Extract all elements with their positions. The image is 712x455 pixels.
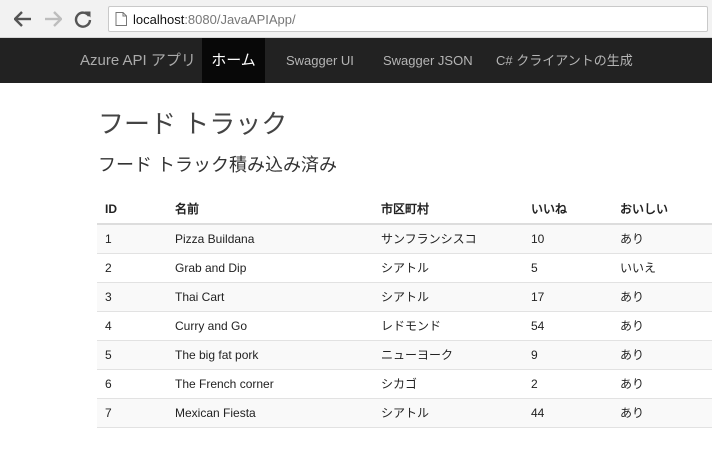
- cell-likes: 44: [523, 398, 612, 428]
- cell-id: 6: [97, 369, 167, 399]
- page-icon: [115, 12, 127, 26]
- arrow-right-icon: [45, 11, 62, 27]
- browser-toolbar: localhost:8080/JavaAPIApp/: [0, 0, 712, 38]
- cell-id: 5: [97, 340, 167, 370]
- cell-name: Mexican Fiesta: [167, 398, 373, 428]
- address-bar[interactable]: localhost:8080/JavaAPIApp/: [108, 6, 708, 32]
- back-button[interactable]: [12, 8, 34, 30]
- cell-tasty: あり: [612, 311, 712, 341]
- header-name: 名前: [167, 194, 373, 225]
- cell-city: シカゴ: [373, 369, 523, 399]
- page-subtitle: フード トラック積み込み済み: [98, 155, 337, 175]
- cell-likes: 10: [523, 224, 612, 254]
- nav-home[interactable]: ホーム: [202, 38, 265, 83]
- table-row: 3 Thai Cart シアトル 17 あり: [97, 282, 712, 312]
- cell-tasty: いいえ: [612, 253, 712, 283]
- table-header-row: ID 名前 市区町村 いいね おいしい: [97, 194, 712, 225]
- top-navbar: Azure API アプリ ホーム Swagger UI Swagger JSO…: [0, 38, 712, 83]
- nav-swagger-ui[interactable]: Swagger UI: [286, 38, 354, 83]
- header-tasty: おいしい: [612, 194, 712, 225]
- cell-name: The big fat pork: [167, 340, 373, 370]
- cell-city: ニューヨーク: [373, 340, 523, 370]
- cell-city: シアトル: [373, 282, 523, 312]
- table-row: 6 The French corner シカゴ 2 あり: [97, 369, 712, 399]
- cell-city: シアトル: [373, 253, 523, 283]
- cell-id: 1: [97, 224, 167, 254]
- forward-button[interactable]: [42, 8, 64, 30]
- cell-id: 4: [97, 311, 167, 341]
- reload-icon: [74, 11, 92, 28]
- cell-tasty: あり: [612, 398, 712, 428]
- arrow-left-icon: [14, 11, 31, 27]
- cell-likes: 9: [523, 340, 612, 370]
- cell-tasty: あり: [612, 224, 712, 254]
- header-likes: いいね: [523, 194, 612, 225]
- food-truck-table: ID 名前 市区町村 いいね おいしい 1 Pizza Buildana サンフ…: [97, 194, 712, 428]
- cell-city: レドモンド: [373, 311, 523, 341]
- nav-swagger-json[interactable]: Swagger JSON: [383, 38, 473, 83]
- table-row: 5 The big fat pork ニューヨーク 9 あり: [97, 340, 712, 370]
- cell-name: Curry and Go: [167, 311, 373, 341]
- cell-name: Grab and Dip: [167, 253, 373, 283]
- cell-city: サンフランシスコ: [373, 224, 523, 254]
- table-row: 1 Pizza Buildana サンフランシスコ 10 あり: [97, 224, 712, 254]
- cell-likes: 5: [523, 253, 612, 283]
- page-title: フード トラック: [98, 109, 288, 139]
- cell-likes: 2: [523, 369, 612, 399]
- table-row: 4 Curry and Go レドモンド 54 あり: [97, 311, 712, 341]
- table-row: 7 Mexican Fiesta シアトル 44 あり: [97, 398, 712, 428]
- header-city: 市区町村: [373, 194, 523, 225]
- cell-tasty: あり: [612, 282, 712, 312]
- cell-id: 7: [97, 398, 167, 428]
- cell-tasty: あり: [612, 369, 712, 399]
- header-id: ID: [97, 194, 167, 225]
- cell-name: Pizza Buildana: [167, 224, 373, 254]
- table-row: 2 Grab and Dip シアトル 5 いいえ: [97, 253, 712, 283]
- cell-id: 3: [97, 282, 167, 312]
- cell-id: 2: [97, 253, 167, 283]
- url-path: :8080/JavaAPIApp/: [184, 11, 296, 27]
- url-host: localhost: [133, 11, 185, 27]
- reload-button[interactable]: [72, 8, 94, 30]
- cell-name: Thai Cart: [167, 282, 373, 312]
- cell-city: シアトル: [373, 398, 523, 428]
- cell-likes: 54: [523, 311, 612, 341]
- nav-generate-csharp-client[interactable]: C# クライアントの生成: [496, 38, 633, 83]
- cell-name: The French corner: [167, 369, 373, 399]
- cell-tasty: あり: [612, 340, 712, 370]
- brand-link[interactable]: Azure API アプリ: [80, 38, 196, 83]
- cell-likes: 17: [523, 282, 612, 312]
